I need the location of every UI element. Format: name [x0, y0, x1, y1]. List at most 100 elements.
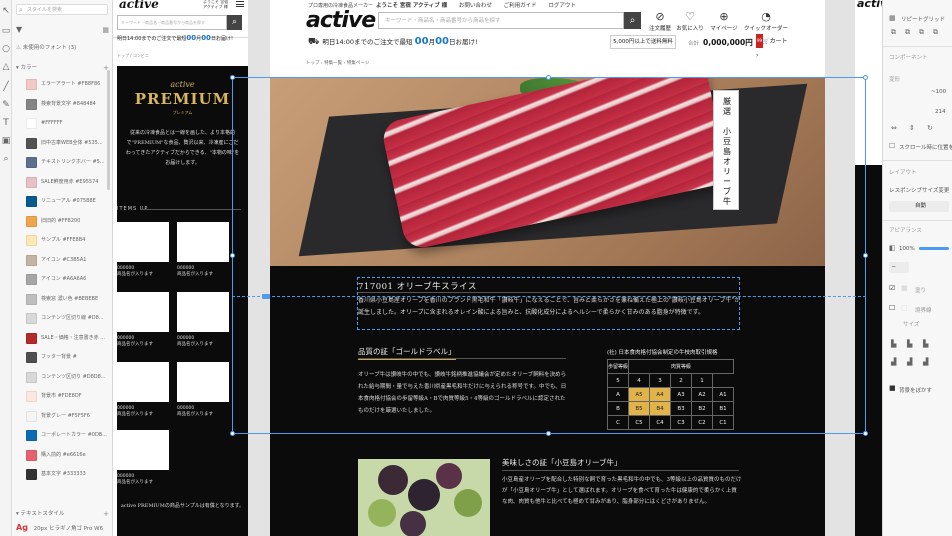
checkbox-icon[interactable]: ☐ — [889, 142, 895, 150]
grid-view-icon[interactable]: ▦ — [102, 24, 109, 36]
bg-blur-checkbox-icon[interactable]: ■ — [889, 384, 896, 392]
mobile-logo[interactable]: active — [119, 0, 159, 11]
border-swatch-icon[interactable]: ▢ — [901, 304, 908, 312]
link-guide[interactable]: ご利用ガイド — [504, 3, 537, 9]
corner-icon[interactable]: ▙ — [891, 340, 896, 348]
triangle-icon[interactable]: △ — [1, 62, 11, 72]
repeat-grid-label[interactable]: リピートグリッド — [901, 15, 945, 23]
color-swatch-item[interactable]: 旧旧的 #FF8200 — [26, 215, 108, 229]
assets-search-input[interactable]: ⌕ スタイルを検索 — [16, 4, 108, 15]
mypage-link[interactable]: ⊕ マイページ — [708, 10, 740, 32]
height-value[interactable]: 214 — [935, 109, 946, 115]
text-styles-header[interactable]: ▾ テキストスタイル + — [16, 508, 109, 520]
item-card-label[interactable]: 000000 商品名が入ります — [117, 474, 177, 486]
desktop-logo[interactable]: active — [306, 8, 376, 33]
component-tag-icon[interactable] — [262, 294, 270, 299]
item-card-image[interactable] — [177, 362, 229, 402]
item-card-label[interactable]: 000000 商品名が入ります — [177, 406, 237, 418]
color-swatch-item[interactable]: テキストリンクホバー #5... — [26, 157, 108, 170]
corner-icon[interactable]: ▟ — [907, 358, 912, 366]
color-swatch-item[interactable]: アイコン #C3B5A1 — [26, 254, 108, 268]
panel-scrollbar[interactable] — [107, 70, 110, 190]
corner-icon[interactable]: ▟ — [923, 358, 928, 366]
responsive-auto-toggle[interactable]: 自動 — [889, 201, 949, 212]
item-card-image[interactable] — [117, 362, 169, 402]
color-swatch-item[interactable]: 旧中古車WEB全体 #535... — [26, 137, 108, 151]
mobile-artboard[interactable]: active ようこそ 宮宿 アクティブ 様 キーワード・商品名・商品番号から商… — [113, 0, 248, 536]
rotate-icon[interactable]: ↻ — [927, 124, 933, 132]
color-swatch-item[interactable]: コンテンツ区切り #D8D8... — [26, 371, 108, 385]
align-icon[interactable]: ⧉ — [891, 28, 896, 37]
item-card-image[interactable] — [117, 292, 169, 332]
item-card-image[interactable] — [117, 222, 169, 262]
color-swatch-item[interactable]: サンプル #FFE8B4 — [26, 235, 108, 248]
resize-handle[interactable] — [230, 75, 235, 80]
zoom-icon[interactable]: ⌕ — [1, 154, 11, 164]
desktop-artboard[interactable]: プロ専用の冷凍食品メーカー active ようこそ 宮宿 アクティブ 様 お問い… — [270, 0, 825, 536]
color-swatch-item[interactable]: アイコン #A6A6A6 — [26, 274, 108, 287]
resize-handle[interactable] — [863, 431, 868, 436]
color-swatch-item[interactable]: #FFFFFF — [26, 118, 108, 131]
right-artboard-peek[interactable]: active — [855, 0, 882, 536]
frame-icon[interactable]: ▭ — [1, 26, 11, 36]
mobile-breadcrumb[interactable]: トップ / コンビニ — [117, 53, 149, 59]
resize-handle[interactable] — [546, 431, 551, 436]
item-card-image[interactable] — [177, 222, 229, 262]
item-card-label[interactable]: 000000 商品名が入ります — [177, 266, 237, 278]
flip-icon[interactable]: ⇔ — [891, 124, 897, 132]
color-swatch-item[interactable]: 検索背景文字 #848484 — [26, 98, 108, 112]
favorites-link[interactable]: ♡ お気に入り — [674, 10, 706, 32]
color-swatch-item[interactable]: 検索窓 濃い色 #BEBEBE — [26, 293, 108, 307]
corner-icon[interactable]: ▙ — [907, 340, 912, 348]
quick-order-link[interactable]: ◔ クイックオーダー — [742, 10, 790, 32]
color-swatch-item[interactable]: SALE・価格・注意書き赤 ... — [26, 332, 108, 346]
opacity-slider[interactable] — [919, 247, 949, 250]
border-checkbox-icon[interactable]: ☐ — [889, 304, 895, 312]
color-swatch-item[interactable]: コンテンツ区切り線 #D8... — [26, 313, 108, 326]
item-card-image[interactable] — [177, 292, 229, 332]
flip-icon[interactable]: ⇕ — [909, 124, 915, 132]
color-swatch-item[interactable]: SALE鮮度用赤 #E95574 — [26, 176, 108, 190]
fill-swatch-icon[interactable]: ■ — [901, 284, 908, 292]
link-contact[interactable]: お問い合わせ — [459, 3, 492, 9]
align-icon[interactable]: ⧉ — [919, 28, 924, 37]
resize-handle[interactable] — [863, 253, 868, 258]
color-swatch-item[interactable]: エラーアラート #FB8F86 — [26, 79, 108, 92]
image-icon[interactable]: ▣ — [1, 136, 11, 146]
fill-checkbox-icon[interactable]: ☑ — [889, 284, 895, 292]
blend-mode-select[interactable]: ─ — [889, 262, 909, 273]
line-icon[interactable]: ╱ — [1, 82, 11, 92]
resize-handle[interactable] — [230, 253, 235, 258]
opacity-value[interactable]: 100% — [899, 246, 915, 252]
pen-icon[interactable]: ✎ — [1, 100, 11, 110]
cart-button[interactable]: 99 🛒カート › — [756, 34, 790, 59]
item-card-label[interactable]: 000000 商品名が入ります — [117, 336, 177, 348]
item-card-label[interactable]: 000000 商品名が入ります — [117, 406, 177, 418]
resize-handle[interactable] — [230, 431, 235, 436]
color-swatch-item[interactable]: リニューアル #075B8E — [26, 196, 108, 209]
select-icon[interactable]: ↖ — [1, 6, 11, 16]
color-swatch-item[interactable]: 背景市 #FDE8DF — [26, 391, 108, 404]
text-icon[interactable]: T — [1, 118, 11, 128]
order-history-link[interactable]: ⊘ 注文履歴 — [644, 10, 676, 32]
circle-icon[interactable]: ○ — [1, 44, 11, 54]
align-icon[interactable]: ⧉ — [905, 28, 910, 37]
width-value[interactable]: ~100 — [931, 89, 946, 95]
resize-handle[interactable] — [546, 75, 551, 80]
corner-icon[interactable]: ▙ — [923, 340, 928, 348]
item-card-image[interactable] — [117, 430, 169, 470]
resize-handle[interactable] — [863, 75, 868, 80]
text-style-item[interactable]: Ag 20px ヒラギノ角ゴ Pro W6 — [16, 522, 109, 534]
mobile-search-button[interactable]: ⌕ — [227, 15, 242, 30]
desktop-breadcrumb[interactable]: トップ › 特集一覧 › 特集ページ — [306, 60, 369, 66]
color-swatch-item[interactable]: 基本文字 #333333 — [26, 469, 108, 482]
desktop-search-button[interactable]: ⌕ — [624, 12, 641, 29]
align-icon[interactable]: ⧉ — [933, 28, 938, 37]
hamburger-icon[interactable] — [236, 1, 244, 7]
color-swatch-item[interactable]: 背景グレー #F5F5F6 — [26, 410, 108, 424]
color-swatch-item[interactable]: 購入前的 #e6616e — [26, 449, 108, 463]
link-logout[interactable]: ログアウト — [548, 3, 576, 9]
filter-row[interactable]: ▼ ▦ — [16, 24, 109, 36]
item-card-label[interactable]: 000000 商品名が入ります — [117, 266, 177, 278]
color-swatch-item[interactable]: コーポレートカラー #0DB... — [26, 430, 108, 443]
